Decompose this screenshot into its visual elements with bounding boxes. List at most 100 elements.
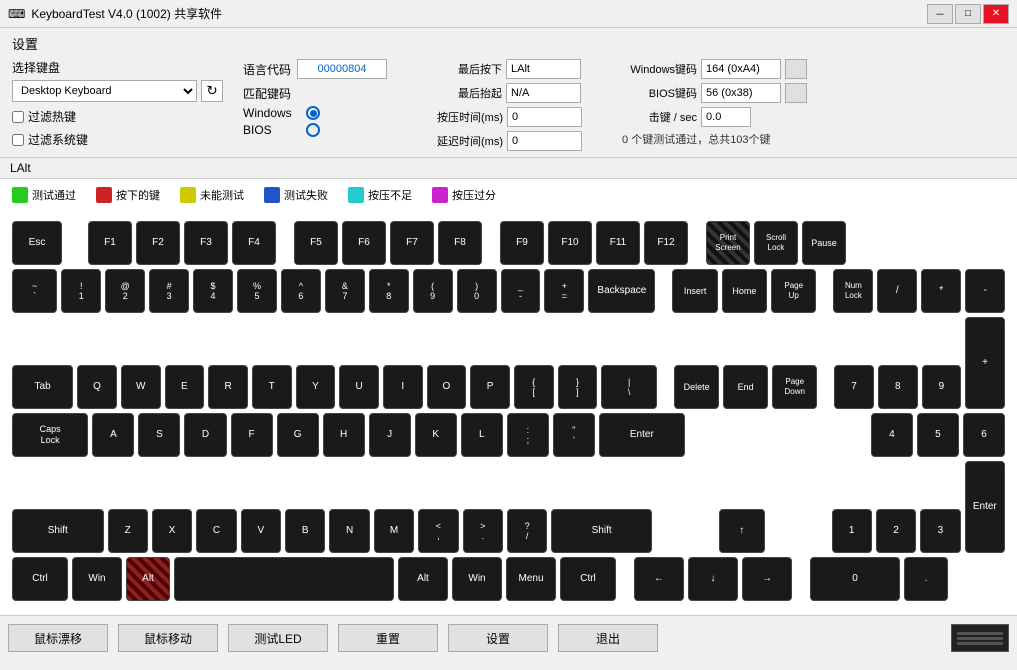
key-num-2[interactable]: 2: [876, 509, 916, 553]
key-num-1[interactable]: 1: [832, 509, 872, 553]
key-caps-lock[interactable]: CapsLock: [12, 413, 88, 457]
key-g[interactable]: G: [277, 413, 319, 457]
key-f2[interactable]: F2: [136, 221, 180, 265]
key-page-up[interactable]: PageUp: [771, 269, 816, 313]
key-ctrl-left[interactable]: Ctrl: [12, 557, 68, 601]
key-z[interactable]: Z: [108, 509, 148, 553]
key-s[interactable]: S: [138, 413, 180, 457]
key-n[interactable]: N: [329, 509, 369, 553]
key-8[interactable]: *8: [369, 269, 409, 313]
key-delete[interactable]: Delete: [674, 365, 719, 409]
key-num-6[interactable]: 6: [963, 413, 1005, 457]
key-alt-right[interactable]: Alt: [398, 557, 448, 601]
key-r[interactable]: R: [208, 365, 248, 409]
key-menu[interactable]: Menu: [506, 557, 556, 601]
test-led-button[interactable]: 测试LED: [228, 624, 328, 652]
key-num-minus[interactable]: -: [965, 269, 1005, 313]
key-f5[interactable]: F5: [294, 221, 338, 265]
key-num-star[interactable]: *: [921, 269, 961, 313]
key-f[interactable]: F: [231, 413, 273, 457]
key-num-0[interactable]: 0: [810, 557, 900, 601]
key-scroll-lock[interactable]: ScrollLock: [754, 221, 798, 265]
key-backtick[interactable]: ~`: [12, 269, 57, 313]
key-p[interactable]: P: [470, 365, 510, 409]
key-arrow-left[interactable]: ←: [634, 557, 684, 601]
close-button[interactable]: ✕: [983, 4, 1009, 24]
key-num-4[interactable]: 4: [871, 413, 913, 457]
key-4[interactable]: $4: [193, 269, 233, 313]
key-y[interactable]: Y: [296, 365, 336, 409]
maximize-button[interactable]: □: [955, 4, 981, 24]
key-num-dot[interactable]: .: [904, 557, 948, 601]
filter-system-checkbox[interactable]: [12, 134, 24, 146]
key-e[interactable]: E: [165, 365, 205, 409]
key-1[interactable]: !1: [61, 269, 101, 313]
key-b[interactable]: B: [285, 509, 325, 553]
key-v[interactable]: V: [241, 509, 281, 553]
key-f4[interactable]: F4: [232, 221, 276, 265]
key-i[interactable]: I: [383, 365, 423, 409]
key-tab[interactable]: Tab: [12, 365, 73, 409]
key-7[interactable]: &7: [325, 269, 365, 313]
mouse-move-button[interactable]: 鼠标移动: [118, 624, 218, 652]
key-o[interactable]: O: [427, 365, 467, 409]
exit-button[interactable]: 退出: [558, 624, 658, 652]
key-j[interactable]: J: [369, 413, 411, 457]
filter-hotkey-checkbox[interactable]: [12, 111, 24, 123]
key-6[interactable]: ^6: [281, 269, 321, 313]
key-0[interactable]: )0: [457, 269, 497, 313]
key-slash[interactable]: ?/: [507, 509, 547, 553]
key-num-7[interactable]: 7: [834, 365, 874, 409]
key-insert[interactable]: Insert: [672, 269, 717, 313]
key-m[interactable]: M: [374, 509, 414, 553]
mouse-drift-button[interactable]: 鼠标漂移: [8, 624, 108, 652]
key-alt-left[interactable]: Alt: [126, 557, 170, 601]
key-arrow-right[interactable]: →: [742, 557, 792, 601]
key-space[interactable]: [174, 557, 394, 601]
key-q[interactable]: Q: [77, 365, 117, 409]
key-num-5[interactable]: 5: [917, 413, 959, 457]
key-w[interactable]: W: [121, 365, 161, 409]
key-5[interactable]: %5: [237, 269, 277, 313]
key-num-lock[interactable]: NumLock: [833, 269, 873, 313]
key-left-bracket[interactable]: {[: [514, 365, 554, 409]
keyboard-select[interactable]: Desktop Keyboard: [12, 80, 197, 102]
key-backspace[interactable]: Backspace: [588, 269, 655, 313]
key-pause[interactable]: Pause: [802, 221, 846, 265]
key-9[interactable]: (9: [413, 269, 453, 313]
key-num-9[interactable]: 9: [922, 365, 962, 409]
key-win-left[interactable]: Win: [72, 557, 122, 601]
key-page-down[interactable]: PageDown: [772, 365, 817, 409]
key-f10[interactable]: F10: [548, 221, 592, 265]
key-home[interactable]: Home: [722, 269, 767, 313]
key-f1[interactable]: F1: [88, 221, 132, 265]
key-esc[interactable]: Esc: [12, 221, 62, 265]
key-x[interactable]: X: [152, 509, 192, 553]
key-arrow-up[interactable]: ↑: [719, 509, 765, 553]
key-right-bracket[interactable]: }]: [558, 365, 598, 409]
key-comma[interactable]: <,: [418, 509, 458, 553]
key-print[interactable]: PrintScreen: [706, 221, 750, 265]
key-end[interactable]: End: [723, 365, 768, 409]
key-period[interactable]: >.: [463, 509, 503, 553]
key-3[interactable]: #3: [149, 269, 189, 313]
key-num-slash[interactable]: /: [877, 269, 917, 313]
key-minus[interactable]: _-: [501, 269, 541, 313]
key-num-8[interactable]: 8: [878, 365, 918, 409]
key-k[interactable]: K: [415, 413, 457, 457]
key-l[interactable]: L: [461, 413, 503, 457]
key-backslash[interactable]: |\: [601, 365, 657, 409]
key-2[interactable]: @2: [105, 269, 145, 313]
key-win-right[interactable]: Win: [452, 557, 502, 601]
key-f3[interactable]: F3: [184, 221, 228, 265]
key-shift-left[interactable]: Shift: [12, 509, 104, 553]
key-num-plus[interactable]: +: [965, 317, 1005, 409]
key-enter[interactable]: Enter: [599, 413, 685, 457]
key-num-enter[interactable]: Enter: [965, 461, 1005, 553]
lang-code-input[interactable]: [297, 59, 387, 79]
key-num-3[interactable]: 3: [920, 509, 960, 553]
key-equals[interactable]: +=: [544, 269, 584, 313]
key-semicolon[interactable]: :;: [507, 413, 549, 457]
minimize-button[interactable]: －: [927, 4, 953, 24]
key-f11[interactable]: F11: [596, 221, 640, 265]
